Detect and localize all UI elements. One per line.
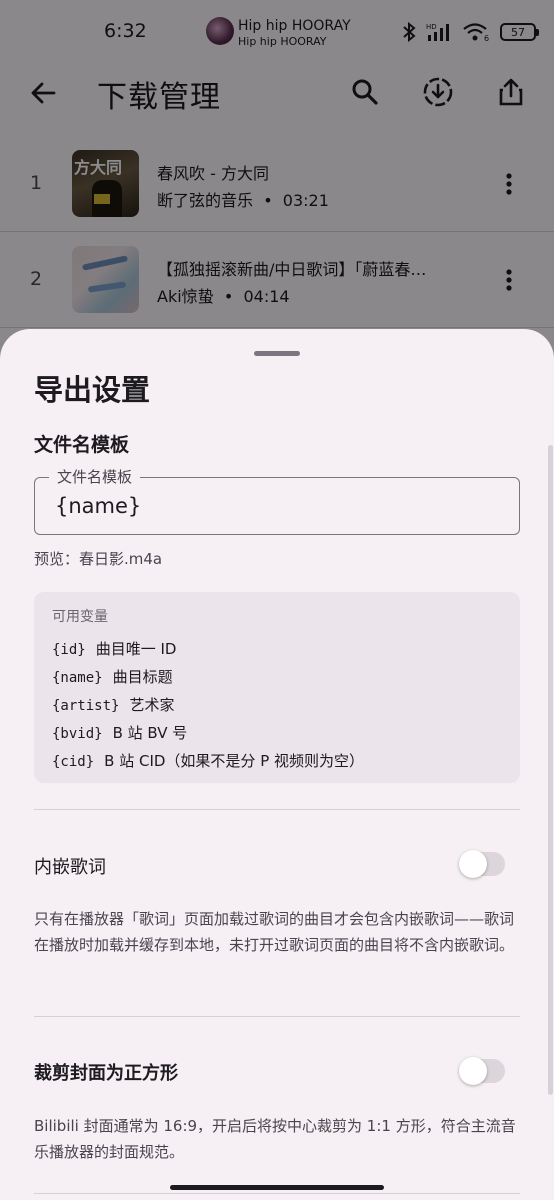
variable-code: {cid} xyxy=(52,754,95,770)
variable-row: {bvid} B 站 BV 号 xyxy=(52,722,187,743)
embed-lyrics-label: 内嵌歌词 xyxy=(34,857,106,878)
variable-row: {cid} B 站 CID（如果不是分 P 视频则为空） xyxy=(52,750,364,771)
sheet-title: 导出设置 xyxy=(34,373,151,407)
variable-row: {artist} 艺术家 xyxy=(52,694,174,715)
filename-template-input[interactable] xyxy=(55,490,495,522)
variable-desc: B 站 BV 号 xyxy=(112,724,188,742)
divider xyxy=(34,1193,520,1194)
embed-lyrics-description: 只有在播放器「歌词」页面加载过歌词的曲目才会包含内嵌歌词——歌词在播放时加载并缓… xyxy=(34,910,515,954)
variable-desc: 曲目唯一 ID xyxy=(95,640,177,658)
filename-section-label: 文件名模板 xyxy=(34,434,130,456)
variable-row: {name} 曲目标题 xyxy=(52,666,173,687)
embed-lyrics-switch[interactable] xyxy=(459,850,505,878)
variable-desc: 艺术家 xyxy=(129,696,175,714)
filename-template-field[interactable]: 文件名模板 xyxy=(34,466,520,535)
variable-code: {id} xyxy=(52,642,86,658)
crop-cover-label: 裁剪封面为正方形 xyxy=(34,1063,178,1084)
export-settings-sheet: 导出设置 文件名模板 文件名模板 预览：春日影.m4a 可用变量 {id} 曲目唯… xyxy=(0,329,554,1200)
variable-desc: B 站 CID（如果不是分 P 视频则为空） xyxy=(104,752,365,770)
divider xyxy=(34,1016,520,1017)
crop-cover-description: Bilibili 封面通常为 16:9，开启后将按中心裁剪为 1:1 方形，符合… xyxy=(34,1117,516,1161)
variable-code: {bvid} xyxy=(52,726,103,742)
divider xyxy=(34,809,520,810)
filename-preview: 预览：春日影.m4a xyxy=(34,550,163,568)
switch-knob xyxy=(459,850,487,878)
drag-handle[interactable] xyxy=(254,351,300,356)
switch-knob xyxy=(459,1057,487,1085)
variables-heading: 可用变量 xyxy=(52,609,108,625)
gesture-home-bar[interactable] xyxy=(170,1185,384,1190)
variables-card: 可用变量 {id} 曲目唯一 ID {name} 曲目标题 {artist} 艺术家 … xyxy=(34,592,520,783)
scrollbar[interactable] xyxy=(548,445,553,1095)
variable-code: {artist} xyxy=(52,698,120,714)
filename-field-label: 文件名模板 xyxy=(49,466,141,487)
variable-desc: 曲目标题 xyxy=(112,668,173,686)
variable-code: {name} xyxy=(52,670,103,686)
variable-row: {id} 曲目唯一 ID xyxy=(52,638,176,659)
crop-cover-switch[interactable] xyxy=(459,1057,505,1085)
